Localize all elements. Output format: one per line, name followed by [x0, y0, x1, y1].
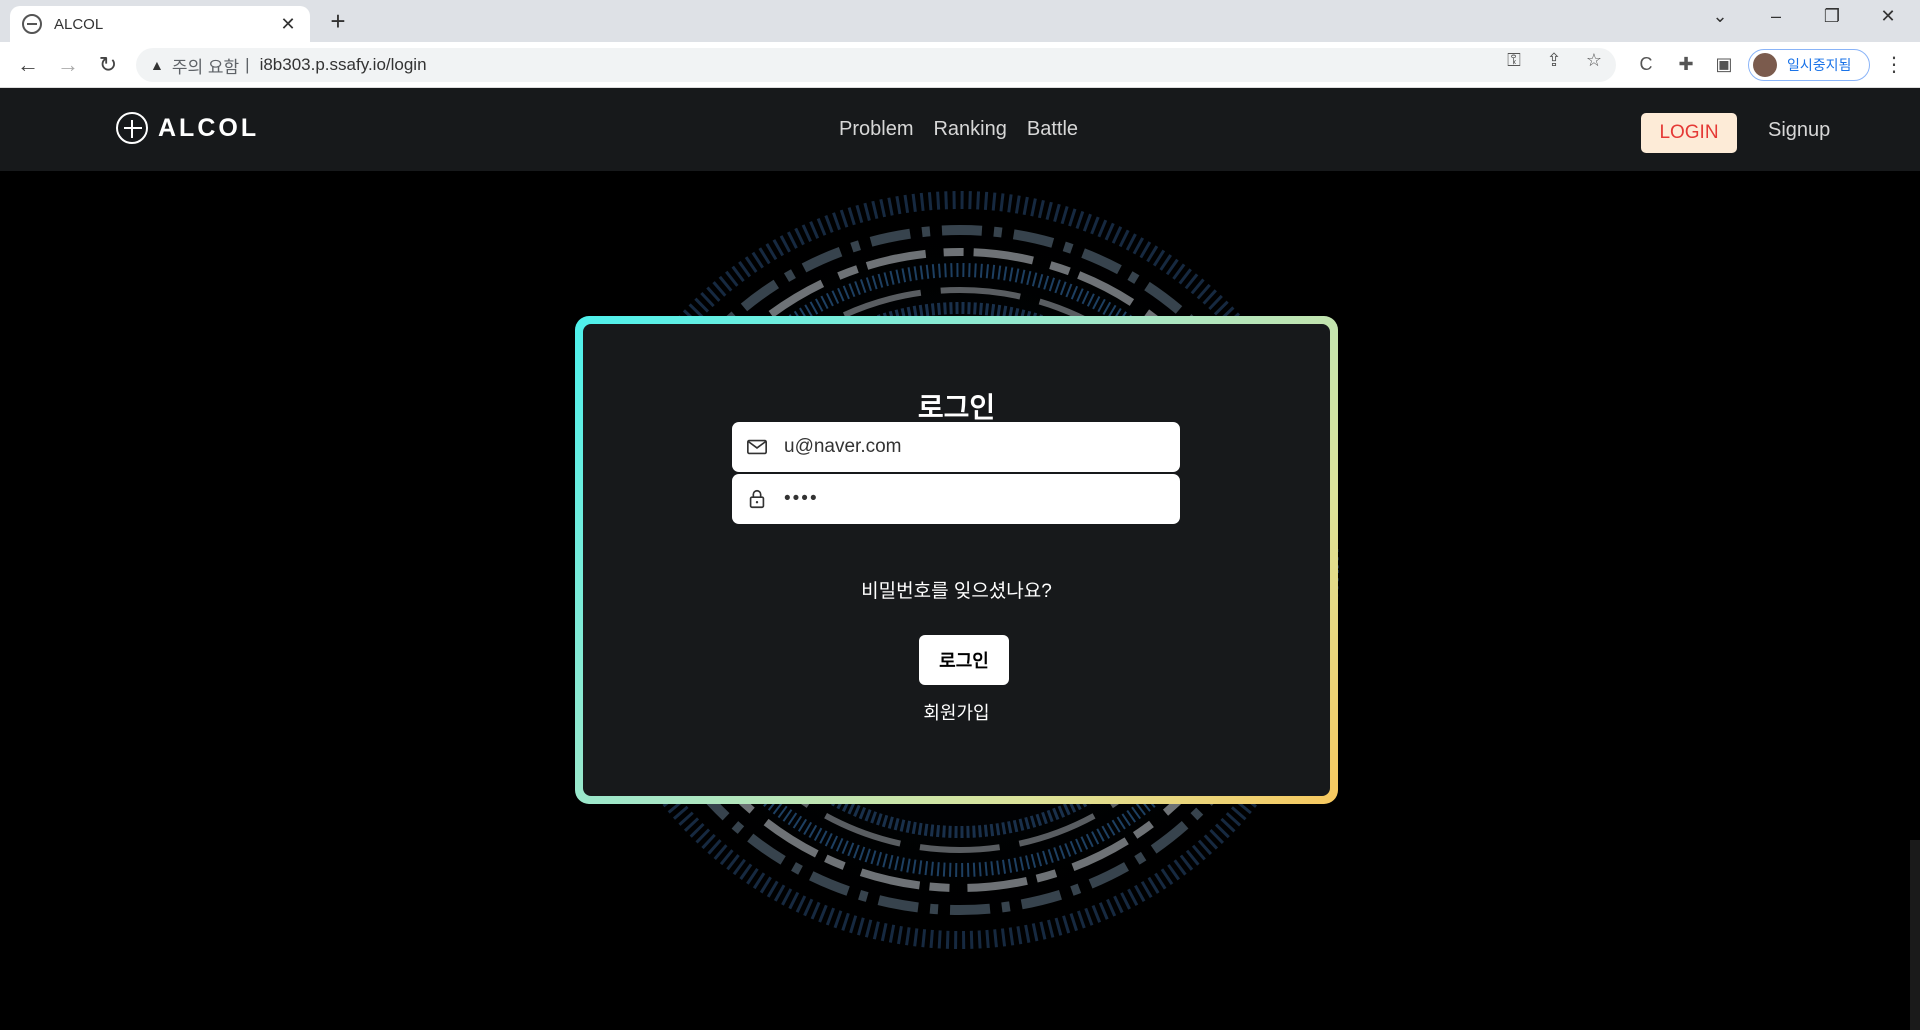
puzzle-icon[interactable]: ✚	[1674, 54, 1698, 75]
login-card-frame: 로그인 비밀번호를 잊으셨나요? 로그인 회원가입	[575, 316, 1338, 804]
mail-icon	[747, 439, 767, 455]
minimize-icon[interactable]: –	[1756, 6, 1796, 27]
login-title: 로그인	[917, 392, 996, 423]
warning-icon: ▲	[150, 57, 164, 73]
logo[interactable]: ALCOL	[116, 112, 259, 144]
sidepanel-icon[interactable]: ▣	[1712, 54, 1736, 75]
address-bar[interactable]: ▲ 주의 요함 | i8b303.p.ssafy.io/login	[136, 48, 1616, 82]
security-warning[interactable]: 주의 요함	[172, 53, 239, 78]
url-text[interactable]: i8b303.p.ssafy.io/login	[260, 55, 427, 75]
logo-text: ALCOL	[158, 113, 260, 142]
reload-icon[interactable]: ↻	[94, 51, 122, 79]
signup-link[interactable]: 회원가입	[583, 699, 1330, 725]
browser-tab[interactable]: ALCOL ✕	[10, 6, 310, 42]
main-nav: Problem Ranking Battle	[839, 118, 1078, 141]
share-icon[interactable]: ⇪	[1542, 50, 1566, 71]
more-menu-icon[interactable]: ⋮	[1882, 52, 1906, 77]
email-input[interactable]	[784, 436, 1164, 458]
password-input[interactable]	[784, 488, 1164, 510]
avatar	[1753, 53, 1777, 77]
back-icon[interactable]: ←	[14, 51, 42, 79]
lock-icon	[749, 489, 765, 509]
nav-problem[interactable]: Problem	[839, 118, 913, 141]
header-login-button[interactable]: LOGIN	[1641, 113, 1737, 153]
browser-tabbar: ALCOL ✕ + ⌄ – ❐ ✕	[0, 0, 1920, 42]
login-submit-button[interactable]: 로그인	[919, 635, 1009, 685]
tab-close-icon[interactable]: ✕	[278, 14, 298, 35]
forward-icon[interactable]: →	[54, 51, 82, 79]
forgot-password-link[interactable]: 비밀번호를 잊으셨나요?	[583, 576, 1330, 603]
site-header: ALCOL Problem Ranking Battle LOGIN Signu…	[0, 88, 1920, 171]
star-icon[interactable]: ☆	[1582, 50, 1606, 71]
email-field[interactable]	[732, 422, 1180, 472]
browser-toolbar: ← → ↻ ▲ 주의 요함 | i8b303.p.ssafy.io/login …	[0, 42, 1920, 88]
new-tab-button[interactable]: +	[324, 8, 352, 36]
url-separator: |	[245, 55, 250, 74]
profile-button[interactable]: 일시중지됨	[1748, 49, 1870, 81]
tab-title: ALCOL	[54, 15, 104, 33]
nav-ranking[interactable]: Ranking	[933, 118, 1006, 141]
key-icon[interactable]: ⚿	[1502, 50, 1526, 71]
tab-search-icon[interactable]: ⌄	[1700, 6, 1740, 27]
login-card: 로그인 비밀번호를 잊으셨나요? 로그인 회원가입	[583, 324, 1330, 796]
extension-c-icon[interactable]: C	[1634, 54, 1658, 75]
close-window-icon[interactable]: ✕	[1868, 6, 1908, 27]
globe-icon	[22, 14, 42, 34]
password-field[interactable]	[732, 474, 1180, 524]
scrollbar[interactable]	[1910, 840, 1920, 1030]
restore-icon[interactable]: ❐	[1812, 6, 1852, 27]
profile-label: 일시중지됨	[1787, 57, 1852, 73]
nav-battle[interactable]: Battle	[1027, 118, 1078, 141]
logo-globe-icon	[116, 112, 148, 144]
header-signup-link[interactable]: Signup	[1768, 119, 1830, 142]
